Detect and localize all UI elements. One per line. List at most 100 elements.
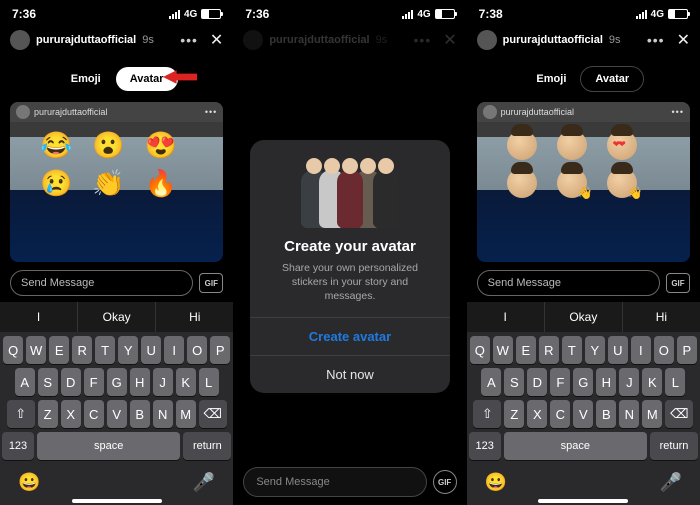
key-q[interactable]: Q: [470, 336, 490, 364]
key-d[interactable]: D: [527, 368, 547, 396]
key-return[interactable]: return: [183, 432, 231, 460]
key-c[interactable]: C: [84, 400, 104, 428]
reaction-fire[interactable]: 🔥: [145, 168, 177, 199]
key-t[interactable]: T: [95, 336, 115, 364]
key-m[interactable]: M: [642, 400, 662, 428]
reaction-clap[interactable]: 👏: [92, 168, 124, 199]
gif-button[interactable]: GIF: [433, 470, 457, 494]
gif-button[interactable]: GIF: [666, 273, 690, 293]
key-k[interactable]: K: [642, 368, 662, 396]
key-i[interactable]: I: [164, 336, 184, 364]
suggestion-3[interactable]: Hi: [156, 302, 233, 332]
modal-backdrop[interactable]: Create your avatar Share your own person…: [233, 28, 466, 505]
key-d[interactable]: D: [61, 368, 81, 396]
suggestion-1[interactable]: I: [0, 302, 78, 332]
key-r[interactable]: R: [539, 336, 559, 364]
home-indicator[interactable]: [72, 499, 162, 503]
key-shift[interactable]: ⇧: [7, 400, 35, 428]
create-avatar-button[interactable]: Create avatar: [250, 317, 450, 355]
key-e[interactable]: E: [516, 336, 536, 364]
key-g[interactable]: G: [107, 368, 127, 396]
key-o[interactable]: O: [654, 336, 674, 364]
close-icon[interactable]: ✕: [210, 30, 223, 50]
story-content[interactable]: pururajduttaofficial ••• ❤❤: [477, 102, 690, 262]
key-return[interactable]: return: [650, 432, 698, 460]
key-backspace[interactable]: ⌫: [665, 400, 693, 428]
reaction-heart-eyes[interactable]: 😍: [145, 130, 177, 161]
suggestion-2[interactable]: Okay: [545, 302, 623, 332]
reaction-cry[interactable]: 😢: [40, 168, 72, 199]
reaction-laugh[interactable]: 😂: [40, 130, 72, 161]
key-shift[interactable]: ⇧: [473, 400, 501, 428]
key-l[interactable]: L: [665, 368, 685, 396]
suggestion-2[interactable]: Okay: [78, 302, 156, 332]
key-f[interactable]: F: [550, 368, 570, 396]
key-b[interactable]: B: [130, 400, 150, 428]
key-a[interactable]: A: [15, 368, 35, 396]
key-a[interactable]: A: [481, 368, 501, 396]
key-h[interactable]: H: [596, 368, 616, 396]
key-v[interactable]: V: [107, 400, 127, 428]
key-backspace[interactable]: ⌫: [199, 400, 227, 428]
message-input[interactable]: Send Message: [477, 270, 660, 296]
key-b[interactable]: B: [596, 400, 616, 428]
username-label[interactable]: pururajduttaofficial: [503, 34, 603, 46]
key-x[interactable]: X: [527, 400, 547, 428]
more-icon[interactable]: •••: [180, 32, 198, 48]
avatar-reaction-cry[interactable]: [507, 168, 537, 198]
username-label[interactable]: pururajduttaofficial: [36, 34, 136, 46]
key-numbers[interactable]: 123: [469, 432, 501, 460]
key-w[interactable]: W: [493, 336, 513, 364]
key-n[interactable]: N: [153, 400, 173, 428]
key-p[interactable]: P: [210, 336, 230, 364]
key-e[interactable]: E: [49, 336, 69, 364]
key-u[interactable]: U: [608, 336, 628, 364]
user-avatar-icon[interactable]: [10, 30, 30, 50]
more-icon[interactable]: •••: [647, 32, 665, 48]
reaction-wow[interactable]: 😮: [92, 130, 124, 161]
key-k[interactable]: K: [176, 368, 196, 396]
key-g[interactable]: G: [573, 368, 593, 396]
key-f[interactable]: F: [84, 368, 104, 396]
message-input[interactable]: Send Message: [243, 467, 426, 497]
key-i[interactable]: I: [631, 336, 651, 364]
not-now-button[interactable]: Not now: [250, 355, 450, 393]
key-m[interactable]: M: [176, 400, 196, 428]
key-q[interactable]: Q: [3, 336, 23, 364]
key-n[interactable]: N: [619, 400, 639, 428]
key-numbers[interactable]: 123: [2, 432, 34, 460]
emoji-keyboard-icon[interactable]: 😀: [18, 472, 40, 493]
key-o[interactable]: O: [187, 336, 207, 364]
key-z[interactable]: Z: [504, 400, 524, 428]
avatar-reaction-wave[interactable]: [607, 168, 637, 198]
avatar-reaction-laugh[interactable]: [507, 130, 537, 160]
tab-emoji[interactable]: Emoji: [56, 66, 116, 92]
key-space[interactable]: space: [37, 432, 180, 460]
avatar-reaction-clap[interactable]: [557, 168, 587, 198]
key-c[interactable]: C: [550, 400, 570, 428]
mic-icon[interactable]: 🎤: [193, 472, 215, 493]
tab-avatar[interactable]: Avatar: [580, 66, 644, 92]
key-t[interactable]: T: [562, 336, 582, 364]
key-z[interactable]: Z: [38, 400, 58, 428]
key-r[interactable]: R: [72, 336, 92, 364]
suggestion-1[interactable]: I: [467, 302, 545, 332]
key-space[interactable]: space: [504, 432, 647, 460]
key-p[interactable]: P: [677, 336, 697, 364]
message-input[interactable]: Send Message: [10, 270, 193, 296]
key-y[interactable]: Y: [585, 336, 605, 364]
story-content[interactable]: pururajduttaofficial ••• 😂 😮 😍 😢 👏 🔥: [10, 102, 223, 262]
key-s[interactable]: S: [38, 368, 58, 396]
suggestion-3[interactable]: Hi: [623, 302, 700, 332]
gif-button[interactable]: GIF: [199, 273, 223, 293]
user-avatar-icon[interactable]: [477, 30, 497, 50]
key-h[interactable]: H: [130, 368, 150, 396]
emoji-keyboard-icon[interactable]: 😀: [485, 472, 507, 493]
key-v[interactable]: V: [573, 400, 593, 428]
avatar-reaction-heart-eyes[interactable]: ❤❤: [607, 130, 637, 160]
key-j[interactable]: J: [619, 368, 639, 396]
key-s[interactable]: S: [504, 368, 524, 396]
key-l[interactable]: L: [199, 368, 219, 396]
avatar-reaction-shock[interactable]: [557, 130, 587, 160]
key-y[interactable]: Y: [118, 336, 138, 364]
